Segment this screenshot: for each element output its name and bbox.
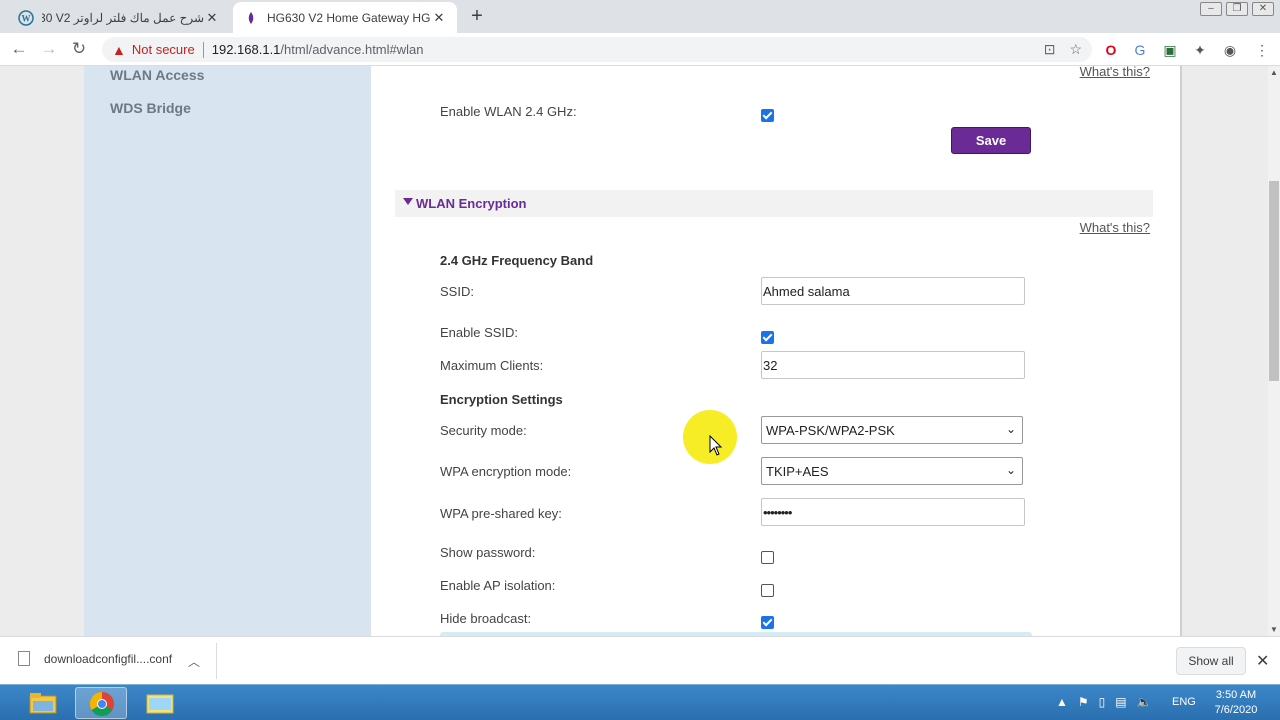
- whats-this-link[interactable]: What's this?: [1080, 220, 1150, 235]
- enable-ssid-checkbox[interactable]: [761, 331, 774, 344]
- security-label[interactable]: Not secure: [132, 42, 195, 57]
- back-arrow-icon[interactable]: ←: [8, 38, 30, 60]
- sidebar: WLAN Access WDS Bridge: [84, 66, 371, 636]
- max-clients-label: Maximum Clients:: [440, 358, 544, 373]
- show-password-label: Show password:: [440, 545, 536, 560]
- ssid-label: SSID:: [440, 284, 474, 299]
- close-download-bar-icon[interactable]: ✕: [1256, 651, 1269, 671]
- sidebar-item-wds-bridge[interactable]: WDS Bridge: [110, 100, 191, 116]
- download-file-name: downloadconfigfil....conf: [44, 651, 173, 666]
- tab-title: شرح عمل ماك فلتر لراوتر HG630 V2: [42, 10, 204, 25]
- clock-date: 7/6/2020: [1214, 704, 1258, 716]
- chrome-icon: [89, 692, 114, 717]
- wpa-mode-value: TKIP+AES: [766, 464, 829, 479]
- page-scrollbar[interactable]: ▲ ▼: [1268, 66, 1280, 636]
- security-mode-select[interactable]: WPA-PSK/WPA2-PSK ⌄: [761, 416, 1023, 444]
- show-password-checkbox[interactable]: [761, 551, 774, 564]
- bookmark-star-icon[interactable]: ☆: [1069, 41, 1082, 58]
- tab-title: HG630 V2 Home Gateway HG630: [267, 10, 431, 25]
- download-item[interactable]: downloadconfigfil....conf: [18, 651, 172, 666]
- network-icon[interactable]: ▤: [1115, 695, 1126, 709]
- warning-icon: ▲: [112, 41, 126, 58]
- show-all-button[interactable]: Show all: [1176, 647, 1246, 675]
- encryption-settings-heading: Encryption Settings: [440, 392, 563, 407]
- hide-broadcast-checkbox[interactable]: [761, 616, 774, 629]
- whats-this-link[interactable]: What's this?: [1080, 66, 1150, 79]
- router-brand-icon: [248, 11, 254, 24]
- system-tray: ▲ ⚑ ▯ ▤ 🔈: [1056, 695, 1152, 709]
- google-translate-icon[interactable]: G: [1130, 40, 1150, 60]
- download-bar: downloadconfigfil....conf ︿ Show all ✕: [0, 636, 1280, 684]
- scroll-up-icon[interactable]: ▲: [1270, 68, 1278, 77]
- close-window-button[interactable]: ✕: [1252, 2, 1274, 16]
- image-extension-icon[interactable]: ▣: [1160, 40, 1180, 60]
- collapse-triangle-icon: [403, 198, 413, 205]
- max-clients-input[interactable]: 32: [761, 351, 1025, 379]
- browser-tab-tutorial[interactable]: W شرح عمل ماك فلتر لراوتر HG630 V2 ✕: [8, 2, 230, 33]
- volume-icon[interactable]: 🔈: [1137, 695, 1152, 709]
- ap-isolation-label: Enable AP isolation:: [440, 578, 556, 593]
- enable-ssid-label: Enable SSID:: [440, 325, 519, 340]
- security-mode-label: Security mode:: [440, 423, 527, 438]
- chevron-down-icon: ⌄: [1005, 463, 1016, 477]
- taskbar-chrome[interactable]: [75, 687, 127, 719]
- save-button[interactable]: Save: [951, 127, 1031, 154]
- psk-input[interactable]: ••••••••: [761, 498, 1025, 526]
- enable-wlan-label: Enable WLAN 2.4 GHz:: [440, 104, 577, 119]
- router-page: WLAN Access WDS Bridge What's this? Enab…: [0, 66, 1268, 636]
- taskbar-folder[interactable]: [133, 687, 185, 719]
- hide-broadcast-label: Hide broadcast:: [440, 611, 532, 626]
- clock[interactable]: 3:50 AM 7/6/2020: [1206, 688, 1266, 718]
- new-tab-button[interactable]: +: [466, 6, 488, 28]
- file-icon: [18, 651, 30, 666]
- psk-label: WPA pre-shared key:: [440, 506, 562, 521]
- folder-icon: [146, 694, 174, 714]
- device-icon[interactable]: ▯: [1099, 695, 1106, 709]
- forward-arrow-icon[interactable]: →: [38, 38, 60, 60]
- wordpress-icon: W: [18, 9, 34, 26]
- windows-taskbar: ▲ ⚑ ▯ ▤ 🔈 ENG 3:50 AM 7/6/2020: [0, 684, 1280, 720]
- opera-icon[interactable]: O: [1101, 40, 1121, 60]
- enable-wlan-checkbox[interactable]: [761, 109, 774, 122]
- main-content: What's this? Enable WLAN 2.4 GHz: Save W…: [371, 66, 1182, 636]
- band-heading: 2.4 GHz Frequency Band: [440, 253, 594, 268]
- svg-text:W: W: [22, 13, 31, 23]
- mouse-cursor-icon: [709, 435, 723, 456]
- extensions-puzzle-icon[interactable]: ✦: [1190, 40, 1210, 60]
- chevron-up-icon[interactable]: ︿: [188, 653, 200, 670]
- tray-expand-icon[interactable]: ▲: [1056, 695, 1068, 709]
- browser-toolbar: ← → ↻ ▲ Not secure 192.168.1.1/html/adva…: [0, 33, 1280, 66]
- ap-isolation-checkbox[interactable]: [761, 584, 774, 597]
- wlan-encryption-header[interactable]: WLAN Encryption: [395, 190, 1153, 217]
- chevron-down-icon: ⌄: [1005, 422, 1016, 436]
- security-mode-value: WPA-PSK/WPA2-PSK: [766, 423, 895, 438]
- address-bar[interactable]: ▲ Not secure 192.168.1.1/html/advance.ht…: [102, 37, 1092, 62]
- wpa-mode-label: WPA encryption mode:: [440, 464, 572, 479]
- url-host: 192.168.1.1: [211, 42, 281, 57]
- tab-close-icon[interactable]: ✕: [204, 10, 220, 26]
- profile-avatar-icon[interactable]: ◉: [1220, 40, 1240, 60]
- scroll-thumb[interactable]: [1269, 181, 1279, 381]
- sidebar-item-wlan-access[interactable]: WLAN Access: [110, 67, 204, 83]
- tab-close-icon[interactable]: ✕: [431, 10, 447, 26]
- wpa-mode-select[interactable]: TKIP+AES ⌄: [761, 457, 1023, 485]
- clock-time: 3:50 AM: [1215, 689, 1257, 701]
- network-warning-icon[interactable]: ⚑: [1078, 695, 1089, 709]
- language-indicator[interactable]: ENG: [1172, 696, 1196, 708]
- ssid-input[interactable]: Ahmed salama: [761, 277, 1025, 305]
- url-path: /html/advance.html#wlan: [280, 42, 424, 57]
- scroll-down-icon[interactable]: ▼: [1270, 625, 1278, 634]
- browser-tab-gateway[interactable]: HG630 V2 Home Gateway HG630 ✕: [233, 2, 457, 33]
- file-explorer-icon[interactable]: [24, 689, 62, 717]
- section-title: WLAN Encryption: [416, 196, 527, 211]
- reload-icon[interactable]: ↻: [68, 38, 90, 60]
- menu-dots-icon[interactable]: ⋮: [1252, 40, 1272, 60]
- restore-button[interactable]: ❐: [1226, 2, 1248, 16]
- tab-strip: W شرح عمل ماك فلتر لراوتر HG630 V2 ✕ HG6…: [0, 0, 1280, 33]
- translate-icon[interactable]: ⊡: [1044, 41, 1056, 58]
- minimize-button[interactable]: –: [1200, 2, 1222, 16]
- window-controls: – ❐ ✕: [1200, 2, 1274, 16]
